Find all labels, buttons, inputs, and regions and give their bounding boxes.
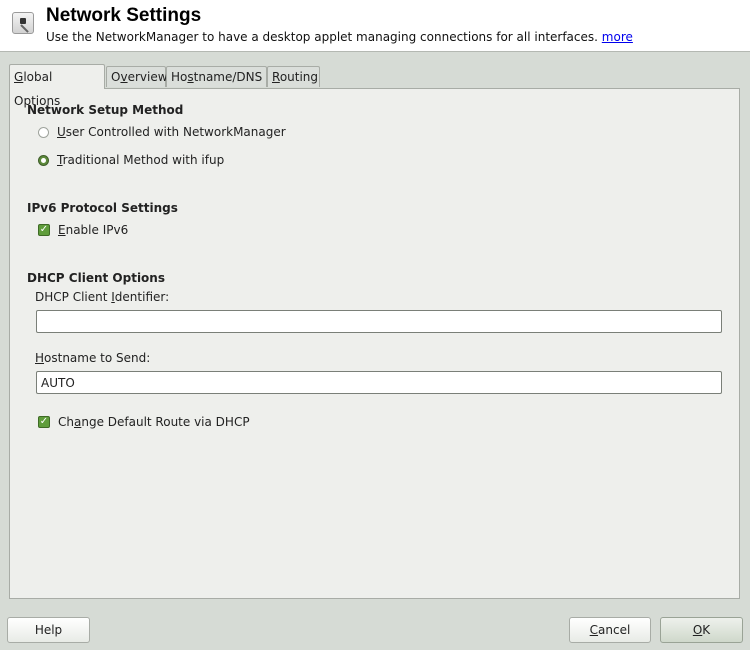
subtitle-text: Use the NetworkManager to have a desktop… xyxy=(46,30,598,44)
network-settings-icon xyxy=(12,12,34,34)
radio-button-selected[interactable] xyxy=(38,154,49,166)
page-title: Network Settings xyxy=(46,5,202,26)
dialog-header: Network Settings Use the NetworkManager … xyxy=(0,0,750,52)
checkmark-icon[interactable]: ✓ xyxy=(38,416,50,428)
more-link[interactable]: more xyxy=(602,30,633,44)
tab-routing[interactable]: Routing xyxy=(267,66,320,87)
hostname-to-send-input[interactable] xyxy=(36,371,722,394)
header-subtitle: Use the NetworkManager to have a desktop… xyxy=(46,30,633,44)
tab-global-options[interactable]: Global Options xyxy=(9,64,105,108)
dhcp-title: DHCP Client Options xyxy=(27,271,165,285)
checkmark-icon[interactable]: ✓ xyxy=(38,224,50,236)
dhcp-identifier-input[interactable] xyxy=(36,310,722,333)
dhcp-identifier-label: DHCP Client Identifier: xyxy=(35,290,170,304)
ipv6-title: IPv6 Protocol Settings xyxy=(27,201,178,215)
ok-button[interactable]: OK xyxy=(660,617,743,643)
checkbox-change-default-route[interactable]: ✓ Change Default Route via DHCP xyxy=(38,414,250,430)
radio-traditional-ifup[interactable]: Traditional Method with ifup xyxy=(38,152,224,168)
radio-button[interactable] xyxy=(38,126,49,138)
tab-hostname-dns[interactable]: Hostname/DNS xyxy=(166,66,267,87)
tab-overview[interactable]: Overview xyxy=(106,66,168,87)
help-button[interactable]: Help xyxy=(7,617,90,643)
checkbox-enable-ipv6[interactable]: ✓ Enable IPv6 xyxy=(38,222,128,238)
global-options-panel: Network Setup Method User Controlled wit… xyxy=(9,88,740,599)
radio-user-controlled[interactable]: User Controlled with NetworkManager xyxy=(38,124,286,140)
cancel-button[interactable]: Cancel xyxy=(569,617,651,643)
hostname-to-send-label: Hostname to Send: xyxy=(35,351,151,365)
